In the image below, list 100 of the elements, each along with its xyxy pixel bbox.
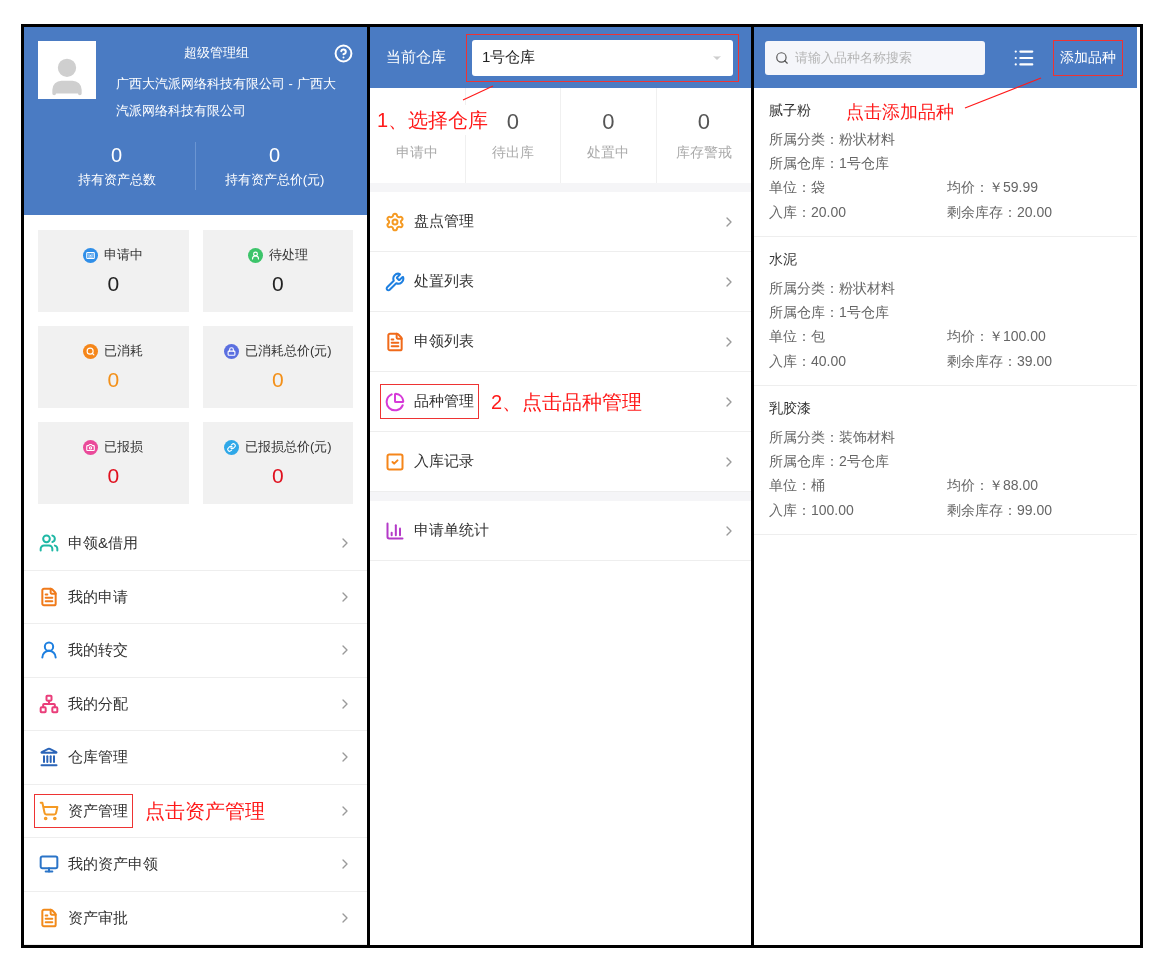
menu-label: 入库记录 [414,451,474,472]
stat-label: 已消耗 [104,342,144,361]
product-category: 所属分类：粉状材料 [769,279,896,298]
leader-line [462,85,494,101]
menu-label: 我的转交 [68,640,128,660]
lock-icon [223,343,239,359]
role-text: 超级管理组 [184,44,249,63]
stat-label: 已消耗总价(元) [244,342,332,361]
product-remaining: 剩余库存：99.00 [947,501,1054,520]
product-unit: 单位：包 [769,327,826,346]
annotation-text: 1、选择仓库 [377,105,491,135]
document-icon [39,586,59,607]
counter-value: 0 [602,108,615,136]
product-name: 乳胶漆 [769,399,811,418]
stat-label: 已报损总价(元) [244,438,332,457]
search-input[interactable]: 请输入品种名称搜索 [795,47,975,68]
counter-label: 申请中 [396,143,439,162]
product-category: 所属分类：粉状材料 [769,130,896,149]
menu-label: 我的资产申领 [68,854,158,874]
product-price: 均价：￥100.00 [947,327,1047,346]
warehouse-select[interactable]: 1号仓库 [472,39,733,76]
menu-label: 资产审批 [68,907,128,928]
product-stock-in: 入库：100.00 [769,501,855,520]
stat-card[interactable]: 申请中 0 [38,230,189,312]
stat-card[interactable]: 已报损 0 [38,422,189,504]
product-unit: 单位：桶 [769,476,826,495]
bank-icon [39,747,59,768]
document-icon [385,331,405,352]
counter-value: 0 [697,108,710,136]
gear-icon [385,211,405,232]
counter-label: 待出库 [491,143,534,162]
total-value: 0 [110,143,123,168]
total-label: 持有资产总数 [77,171,156,189]
product-remaining: 剩余库存：20.00 [947,203,1054,222]
monitor-icon [39,854,59,875]
search-field[interactable]: 请输入品种名称搜索 [765,40,985,75]
product-card[interactable]: 水泥 所属分类：粉状材料 所属仓库：1号仓库 单位：包 均价：￥100.00 入库：40.00 剩余库存：39.00 [754,237,1137,386]
document-icon [39,907,59,928]
users-icon [39,533,59,554]
bar-chart-icon [385,520,405,541]
annotation-text: 2、点击品种管理 [491,389,643,415]
link-icon [223,439,239,455]
stat-value: 0 [271,270,284,297]
product-remaining: 剩余库存：39.00 [947,352,1054,371]
menu-label: 申领&借用 [68,533,138,553]
product-stock-in: 入库：40.00 [769,352,848,371]
search-icon [775,50,789,65]
stat-value: 0 [107,366,120,393]
user-icon [39,640,59,661]
counter-value: 0 [506,108,519,136]
stat-label: 申请中 [104,246,144,265]
company-text: 广西大汽派网络科技有限公司 - 广西大汽派网络科技有限公司 [116,75,337,120]
product-category: 所属分类：装饰材料 [769,428,896,447]
stat-card[interactable]: 已消耗 0 [38,326,189,408]
menu-label: 处置列表 [414,271,474,292]
product-price: 均价：￥88.00 [947,476,1040,495]
stat-card[interactable]: 待处理 0 [202,230,353,312]
current-warehouse-label: 当前仓库 [386,47,446,68]
hierarchy-icon [39,693,59,714]
product-card[interactable]: 乳胶漆 所属分类：装饰材料 所属仓库：2号仓库 单位：桶 均价：￥88.00 入库：100.00 剩余库存：99.00 [754,386,1137,535]
product-warehouse: 所属仓库：2号仓库 [769,452,890,471]
pie-chart-icon [385,391,405,412]
menu-label: 盘点管理 [414,211,474,232]
stat-label: 已报损 [104,438,144,457]
product-price: 均价：￥59.99 [947,178,1040,197]
keyboard-icon [83,247,99,263]
product-warehouse: 所属仓库：1号仓库 [769,154,890,173]
product-stock-in: 入库：20.00 [769,203,848,222]
stat-value: 0 [271,366,284,393]
menu-label: 资产管理 [68,800,128,821]
search-icon [83,343,99,359]
stat-card[interactable]: 已报损总价(元) 0 [202,422,353,504]
counter-label: 处置中 [587,143,630,162]
annotation-text: 点击添加品种 [846,101,954,124]
total-label: 持有资产总价(元) [224,171,325,189]
annotation-text: 点击资产管理 [145,798,265,824]
menu-label: 品种管理 [414,391,474,412]
stat-label: 待处理 [268,246,308,265]
user-icon [247,247,263,263]
stat-value: 0 [107,270,120,297]
menu-label: 申领列表 [414,331,474,352]
stat-card[interactable]: 已消耗总价(元) 0 [202,326,353,408]
help-icon[interactable] [334,43,353,63]
wrench-icon [385,271,405,292]
add-variety-button[interactable]: 添加品种 [1053,39,1123,76]
product-name: 腻子粉 [769,101,811,120]
product-warehouse: 所属仓库：1号仓库 [769,303,890,322]
camera-icon [83,439,99,455]
cart-icon [39,800,59,821]
menu-label: 我的申请 [68,586,128,607]
menu-label: 我的分配 [68,693,128,714]
total-value: 0 [268,143,281,168]
menu-label: 仓库管理 [68,747,128,767]
product-name: 水泥 [769,250,797,269]
stat-value: 0 [107,462,120,489]
product-unit: 单位：袋 [769,178,826,197]
menu-label: 申请单统计 [414,520,489,541]
stat-value: 0 [271,462,284,489]
counter-label: 库存警戒 [675,143,732,162]
checkbox-icon [385,451,405,472]
